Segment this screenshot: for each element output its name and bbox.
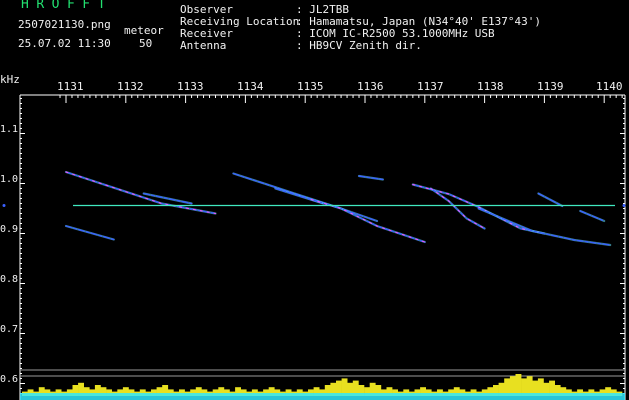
meteor-echo-trace [477, 207, 611, 246]
left-frequency-marker [2, 204, 6, 207]
spectrum-baseline-band [20, 393, 625, 400]
meteor-echo-trace [537, 192, 563, 207]
meteor-echo-trace [143, 192, 193, 205]
meteor-echo-glow [477, 207, 612, 247]
spectrogram-plot [2, 94, 626, 400]
right-frequency-marker [622, 204, 626, 207]
meteor-echo-glow [64, 170, 217, 215]
spectrum-bar [515, 374, 522, 396]
meteor-echo-trace [579, 210, 605, 222]
